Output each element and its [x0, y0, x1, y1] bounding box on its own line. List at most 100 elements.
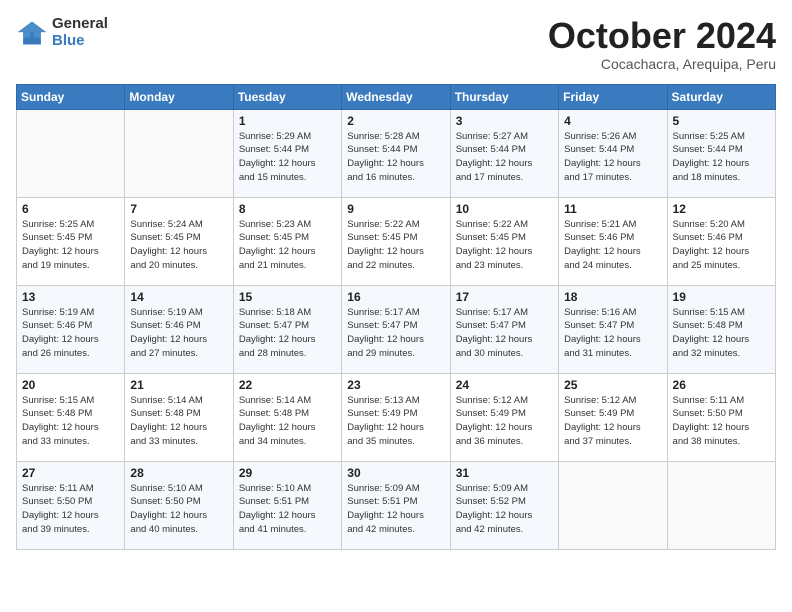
day-number: 14	[130, 290, 227, 304]
calendar-cell: 27 Sunrise: 5:11 AMSunset: 5:50 PMDayligh…	[17, 461, 125, 549]
page-header: General Blue October 2024 Cocachacra, Ar…	[16, 16, 776, 72]
day-info: Sunrise: 5:26 AMSunset: 5:44 PMDaylight:…	[564, 130, 661, 185]
day-info: Sunrise: 5:25 AMSunset: 5:44 PMDaylight:…	[673, 130, 770, 185]
logo-blue: Blue	[52, 33, 108, 50]
calendar-cell	[667, 461, 775, 549]
day-number: 26	[673, 378, 770, 392]
calendar-cell: 17 Sunrise: 5:17 AMSunset: 5:47 PMDayligh…	[450, 285, 558, 373]
day-info: Sunrise: 5:13 AMSunset: 5:49 PMDaylight:…	[347, 394, 444, 449]
day-number: 1	[239, 114, 336, 128]
day-number: 22	[239, 378, 336, 392]
day-number: 23	[347, 378, 444, 392]
day-number: 15	[239, 290, 336, 304]
weekday-header-monday: Monday	[125, 84, 233, 109]
calendar-cell: 31 Sunrise: 5:09 AMSunset: 5:52 PMDayligh…	[450, 461, 558, 549]
day-number: 31	[456, 466, 553, 480]
day-info: Sunrise: 5:23 AMSunset: 5:45 PMDaylight:…	[239, 218, 336, 273]
calendar-cell: 19 Sunrise: 5:15 AMSunset: 5:48 PMDayligh…	[667, 285, 775, 373]
day-info: Sunrise: 5:09 AMSunset: 5:51 PMDaylight:…	[347, 482, 444, 537]
day-number: 25	[564, 378, 661, 392]
day-info: Sunrise: 5:22 AMSunset: 5:45 PMDaylight:…	[347, 218, 444, 273]
day-number: 21	[130, 378, 227, 392]
location-subtitle: Cocachacra, Arequipa, Peru	[548, 56, 776, 72]
weekday-header-wednesday: Wednesday	[342, 84, 450, 109]
day-number: 6	[22, 202, 119, 216]
calendar-cell: 18 Sunrise: 5:16 AMSunset: 5:47 PMDayligh…	[559, 285, 667, 373]
day-info: Sunrise: 5:12 AMSunset: 5:49 PMDaylight:…	[456, 394, 553, 449]
day-number: 18	[564, 290, 661, 304]
day-info: Sunrise: 5:12 AMSunset: 5:49 PMDaylight:…	[564, 394, 661, 449]
calendar-cell: 22 Sunrise: 5:14 AMSunset: 5:48 PMDayligh…	[233, 373, 341, 461]
day-number: 7	[130, 202, 227, 216]
calendar-cell: 13Sunrise: 5:19 AMSunset: 5:46 PMDayligh…	[17, 285, 125, 373]
day-number: 8	[239, 202, 336, 216]
day-number: 9	[347, 202, 444, 216]
day-number: 30	[347, 466, 444, 480]
month-title: October 2024	[548, 16, 776, 56]
day-info: Sunrise: 5:17 AMSunset: 5:47 PMDaylight:…	[456, 306, 553, 361]
day-info: Sunrise: 5:25 AMSunset: 5:45 PMDaylight:…	[22, 218, 119, 273]
calendar-cell: 8 Sunrise: 5:23 AMSunset: 5:45 PMDaylight…	[233, 197, 341, 285]
day-number: 12	[673, 202, 770, 216]
calendar-cell: 4 Sunrise: 5:26 AMSunset: 5:44 PMDaylight…	[559, 109, 667, 197]
day-info: Sunrise: 5:22 AMSunset: 5:45 PMDaylight:…	[456, 218, 553, 273]
day-info: Sunrise: 5:18 AMSunset: 5:47 PMDaylight:…	[239, 306, 336, 361]
day-info: Sunrise: 5:09 AMSunset: 5:52 PMDaylight:…	[456, 482, 553, 537]
calendar-week-row: 20 Sunrise: 5:15 AMSunset: 5:48 PMDayligh…	[17, 373, 776, 461]
calendar-cell: 23 Sunrise: 5:13 AMSunset: 5:49 PMDayligh…	[342, 373, 450, 461]
day-number: 19	[673, 290, 770, 304]
calendar-cell	[125, 109, 233, 197]
calendar-cell	[559, 461, 667, 549]
calendar-cell: 7 Sunrise: 5:24 AMSunset: 5:45 PMDaylight…	[125, 197, 233, 285]
day-number: 5	[673, 114, 770, 128]
day-info: Sunrise: 5:10 AMSunset: 5:50 PMDaylight:…	[130, 482, 227, 537]
weekday-header-tuesday: Tuesday	[233, 84, 341, 109]
day-info: Sunrise: 5:29 AMSunset: 5:44 PMDaylight:…	[239, 130, 336, 185]
calendar-cell: 11Sunrise: 5:21 AMSunset: 5:46 PMDayligh…	[559, 197, 667, 285]
day-info: Sunrise: 5:27 AMSunset: 5:44 PMDaylight:…	[456, 130, 553, 185]
title-block: October 2024 Cocachacra, Arequipa, Peru	[548, 16, 776, 72]
calendar-cell: 28 Sunrise: 5:10 AMSunset: 5:50 PMDayligh…	[125, 461, 233, 549]
logo-icon	[16, 19, 48, 47]
calendar-cell: 1 Sunrise: 5:29 AMSunset: 5:44 PMDaylight…	[233, 109, 341, 197]
day-info: Sunrise: 5:19 AMSunset: 5:46 PMDaylight:…	[130, 306, 227, 361]
day-info: Sunrise: 5:17 AMSunset: 5:47 PMDaylight:…	[347, 306, 444, 361]
calendar-cell	[17, 109, 125, 197]
weekday-header-friday: Friday	[559, 84, 667, 109]
calendar-table: SundayMondayTuesdayWednesdayThursdayFrid…	[16, 84, 776, 550]
calendar-cell: 21Sunrise: 5:14 AMSunset: 5:48 PMDayligh…	[125, 373, 233, 461]
calendar-cell: 26 Sunrise: 5:11 AMSunset: 5:50 PMDayligh…	[667, 373, 775, 461]
day-info: Sunrise: 5:24 AMSunset: 5:45 PMDaylight:…	[130, 218, 227, 273]
calendar-cell: 30 Sunrise: 5:09 AMSunset: 5:51 PMDayligh…	[342, 461, 450, 549]
day-info: Sunrise: 5:11 AMSunset: 5:50 PMDaylight:…	[22, 482, 119, 537]
calendar-cell: 10 Sunrise: 5:22 AMSunset: 5:45 PMDayligh…	[450, 197, 558, 285]
day-info: Sunrise: 5:11 AMSunset: 5:50 PMDaylight:…	[673, 394, 770, 449]
calendar-cell: 15 Sunrise: 5:18 AMSunset: 5:47 PMDayligh…	[233, 285, 341, 373]
day-info: Sunrise: 5:15 AMSunset: 5:48 PMDaylight:…	[22, 394, 119, 449]
day-number: 20	[22, 378, 119, 392]
day-number: 17	[456, 290, 553, 304]
day-number: 10	[456, 202, 553, 216]
day-info: Sunrise: 5:15 AMSunset: 5:48 PMDaylight:…	[673, 306, 770, 361]
day-number: 4	[564, 114, 661, 128]
weekday-header-sunday: Sunday	[17, 84, 125, 109]
day-info: Sunrise: 5:10 AMSunset: 5:51 PMDaylight:…	[239, 482, 336, 537]
day-number: 2	[347, 114, 444, 128]
logo-general: General	[52, 16, 108, 33]
day-info: Sunrise: 5:16 AMSunset: 5:47 PMDaylight:…	[564, 306, 661, 361]
day-number: 27	[22, 466, 119, 480]
calendar-cell: 29Sunrise: 5:10 AMSunset: 5:51 PMDayligh…	[233, 461, 341, 549]
day-info: Sunrise: 5:19 AMSunset: 5:46 PMDaylight:…	[22, 306, 119, 361]
calendar-cell: 20 Sunrise: 5:15 AMSunset: 5:48 PMDayligh…	[17, 373, 125, 461]
calendar-cell: 16 Sunrise: 5:17 AMSunset: 5:47 PMDayligh…	[342, 285, 450, 373]
day-info: Sunrise: 5:28 AMSunset: 5:44 PMDaylight:…	[347, 130, 444, 185]
calendar-cell: 14 Sunrise: 5:19 AMSunset: 5:46 PMDayligh…	[125, 285, 233, 373]
logo: General Blue	[16, 16, 108, 49]
day-number: 16	[347, 290, 444, 304]
day-number: 11	[564, 202, 661, 216]
day-info: Sunrise: 5:14 AMSunset: 5:48 PMDaylight:…	[239, 394, 336, 449]
day-number: 28	[130, 466, 227, 480]
calendar-cell: 9 Sunrise: 5:22 AMSunset: 5:45 PMDaylight…	[342, 197, 450, 285]
calendar-cell: 25 Sunrise: 5:12 AMSunset: 5:49 PMDayligh…	[559, 373, 667, 461]
calendar-cell: 24Sunrise: 5:12 AMSunset: 5:49 PMDayligh…	[450, 373, 558, 461]
